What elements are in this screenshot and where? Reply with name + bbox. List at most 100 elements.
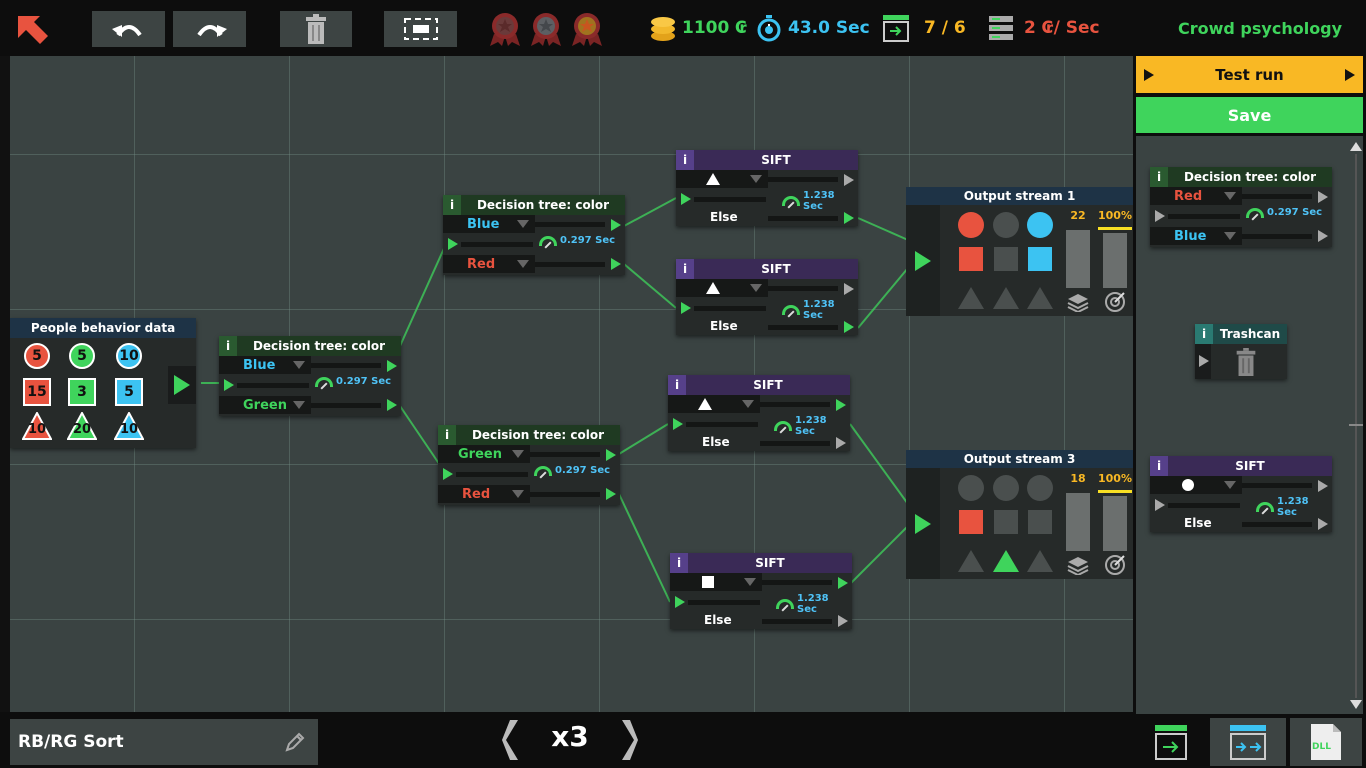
sift3-else-port[interactable]	[836, 437, 846, 449]
decision-tree-node-2[interactable]: i Decision tree: color Blue 0.297 Sec Red	[443, 195, 625, 275]
library-list[interactable]: i Decision tree: color Red 0.297 Sec Blue…	[1136, 136, 1363, 714]
dt2-option2-select[interactable]: Red	[443, 255, 535, 273]
sift1-shape-select[interactable]	[676, 170, 768, 188]
lib-dt-input-port[interactable]	[1155, 210, 1165, 222]
chevron-down-icon	[1224, 232, 1236, 240]
input-bar	[237, 383, 309, 388]
redo-button[interactable]	[173, 11, 246, 47]
sift4-else-port[interactable]	[838, 615, 848, 627]
node-title: SIFT	[753, 378, 783, 392]
library-sift-node[interactable]: i SIFT 1.238 Sec Else	[1150, 456, 1332, 532]
save-button[interactable]: Save	[1136, 97, 1363, 133]
dt1-input-port[interactable]	[224, 379, 234, 391]
trashcan-input-port[interactable]	[1199, 355, 1209, 367]
sift-node-2[interactable]: i SIFT 1.238 Sec Else	[676, 259, 858, 335]
sift2-shape-select[interactable]	[676, 279, 768, 297]
info-icon[interactable]: i	[668, 375, 686, 395]
delete-button[interactable]	[280, 11, 352, 47]
output-stream-3-node[interactable]: Output stream 3 18 100%	[906, 450, 1133, 579]
output3-count-bar	[1066, 493, 1090, 551]
chevron-down-icon	[742, 400, 754, 408]
info-icon[interactable]: i	[676, 259, 694, 279]
wire-sift4-out3	[849, 525, 909, 585]
chevron-down-icon	[750, 175, 762, 183]
dt3-option2-select[interactable]: Red	[438, 485, 530, 503]
sift4-input-port[interactable]	[675, 596, 685, 608]
dt3-output1-port[interactable]	[606, 449, 616, 461]
option-label: Red	[1174, 188, 1203, 204]
lib-dt-output1-port[interactable]	[1318, 191, 1328, 203]
dt2-option1-select[interactable]: Blue	[443, 215, 535, 233]
sift2-input-port[interactable]	[681, 302, 691, 314]
sift1-else-port[interactable]	[844, 212, 854, 224]
sift1-input-port[interactable]	[681, 193, 691, 205]
sift1-match-port[interactable]	[844, 174, 854, 186]
dt1-option2-select[interactable]: Green	[219, 396, 311, 414]
undo-button[interactable]	[92, 11, 165, 47]
dt2-output1-port[interactable]	[611, 219, 621, 231]
dt1-output2-port[interactable]	[387, 399, 397, 411]
tab-dll[interactable]: DLL	[1290, 718, 1362, 766]
sift3-match-port[interactable]	[836, 399, 846, 411]
scroll-track[interactable]	[1355, 154, 1357, 698]
sift2-match-port[interactable]	[844, 283, 854, 295]
info-icon[interactable]: i	[676, 150, 694, 170]
lib-sift-else-port[interactable]	[1318, 518, 1328, 530]
info-icon[interactable]: i	[1150, 456, 1168, 476]
output3-input-port[interactable]	[906, 468, 940, 579]
dt3-option1-select[interactable]: Green	[438, 445, 530, 463]
sift4-match-port[interactable]	[838, 577, 848, 589]
info-icon[interactable]: i	[670, 553, 688, 573]
speed-decrease-button[interactable]	[500, 718, 522, 762]
dt1-option1-select[interactable]: Blue	[219, 356, 311, 374]
info-icon[interactable]: i	[219, 336, 237, 356]
output-bar	[530, 452, 600, 457]
lib-dt-option1-select[interactable]: Red	[1150, 187, 1242, 205]
info-icon[interactable]: i	[1150, 167, 1168, 187]
dt3-output2-port[interactable]	[606, 488, 616, 500]
output-stream-1-node[interactable]: Output stream 1 22 100%	[906, 187, 1133, 316]
decision-tree-node-3[interactable]: i Decision tree: color Green 0.297 Sec Re…	[438, 425, 620, 505]
dt2-output2-port[interactable]	[611, 258, 621, 270]
lib-sift-match-port[interactable]	[1318, 480, 1328, 492]
library-trashcan-node[interactable]: i Trashcan	[1195, 324, 1287, 379]
input-bar	[461, 242, 533, 247]
speed-increase-button[interactable]	[618, 718, 640, 762]
scroll-thumb[interactable]	[1349, 424, 1363, 426]
sift4-shape-select[interactable]	[670, 573, 762, 591]
lib-sift-shape-select[interactable]	[1150, 476, 1242, 494]
cost-stat: 2 ₢/ Sec	[988, 14, 1100, 42]
output-bar	[762, 619, 832, 624]
sift3-input-port[interactable]	[673, 418, 683, 430]
output1-input-port[interactable]	[906, 205, 940, 316]
scroll-up-icon[interactable]	[1350, 142, 1362, 151]
library-decision-tree-node[interactable]: i Decision tree: color Red 0.297 Sec Blue	[1150, 167, 1332, 247]
lib-sift-input-port[interactable]	[1155, 499, 1165, 511]
coins-stat: 1100 ₢	[650, 14, 747, 42]
lib-dt-output2-port[interactable]	[1318, 230, 1328, 242]
lib-dt-option2-select[interactable]: Blue	[1150, 227, 1242, 245]
library-scrollbar[interactable]	[1349, 138, 1363, 714]
test-run-button[interactable]: Test run	[1136, 56, 1363, 93]
sift-node-4[interactable]: i SIFT 1.238 Sec Else	[670, 553, 852, 629]
back-arrow-icon[interactable]	[14, 12, 50, 52]
node-canvas[interactable]: People behavior data 5 5 10 15 3 5 10 20…	[10, 56, 1133, 712]
sift2-else-port[interactable]	[844, 321, 854, 333]
info-icon[interactable]: i	[438, 425, 456, 445]
info-icon[interactable]: i	[1195, 324, 1213, 344]
scroll-down-icon[interactable]	[1350, 700, 1362, 709]
sift-node-1[interactable]: i SIFT 1.238 Sec Else	[676, 150, 858, 226]
sift3-shape-select[interactable]	[668, 395, 760, 413]
fit-view-button[interactable]	[384, 11, 457, 47]
tab-processing-nodes[interactable]	[1210, 718, 1286, 766]
info-icon[interactable]: i	[443, 195, 461, 215]
dt1-output1-port[interactable]	[387, 360, 397, 372]
tab-output-nodes[interactable]	[1136, 718, 1206, 766]
dt2-input-port[interactable]	[448, 238, 458, 250]
dt3-input-port[interactable]	[443, 468, 453, 480]
sift-node-3[interactable]: i SIFT 1.238 Sec Else	[668, 375, 850, 451]
solution-name-field[interactable]: RB/RG Sort	[10, 719, 318, 765]
source-node-people-behavior[interactable]: People behavior data 5 5 10 15 3 5 10 20…	[10, 318, 196, 448]
source-output-port[interactable]	[168, 366, 196, 404]
decision-tree-node-1[interactable]: i Decision tree: color Blue 0.297 Sec Gre…	[219, 336, 401, 416]
